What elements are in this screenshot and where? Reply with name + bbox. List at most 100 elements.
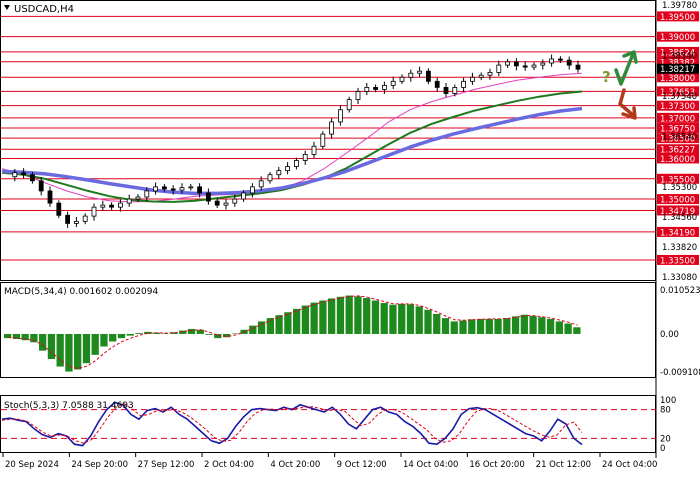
- candle-body: [293, 160, 299, 167]
- candle-body: [109, 204, 114, 208]
- price-tick-label: 1.35300: [662, 183, 697, 193]
- price-tick-label: 1.33820: [662, 243, 697, 253]
- moving-averages: [1, 72, 583, 203]
- candle-body: [47, 190, 53, 204]
- macd-bar: [257, 321, 266, 334]
- macd-bar: [354, 296, 362, 334]
- macd-bar: [30, 333, 38, 343]
- level-label: 1.38000: [660, 74, 695, 84]
- macd-bar: [564, 323, 572, 334]
- macd-bar: [65, 333, 73, 372]
- candle-body: [267, 174, 273, 182]
- macd-bar: [231, 333, 239, 335]
- price-tick-label: 1.34560: [662, 213, 697, 223]
- candle-body: [188, 186, 194, 189]
- candle-body: [417, 70, 423, 74]
- candle-body: [461, 80, 467, 88]
- question-mark: ?: [602, 68, 611, 86]
- macd-histogram: 0.010523 0.00 -0.009108: [4, 286, 700, 378]
- candle-body: [170, 188, 176, 191]
- time-label: 16 Oct 20:00: [469, 460, 524, 470]
- candle-body: [425, 70, 431, 82]
- time-label: 14 Oct 04:00: [403, 460, 458, 470]
- candle-body: [355, 91, 361, 100]
- price-tick-label: 1.39780: [662, 1, 697, 11]
- candle-body: [478, 74, 484, 78]
- macd-bar: [424, 309, 432, 334]
- macd-bar: [196, 329, 204, 334]
- candle-body: [522, 65, 528, 68]
- level-label: 1.37300: [660, 102, 695, 112]
- candle-body: [74, 220, 79, 224]
- candle-body: [540, 62, 546, 66]
- candle-body: [91, 206, 97, 217]
- candle-body: [443, 87, 449, 94]
- macd-bar: [74, 333, 82, 370]
- macd-bar: [109, 333, 117, 342]
- macd-bar: [476, 318, 485, 334]
- up-arrow-icon: [614, 50, 638, 86]
- time-label: 24 Oct 04:00: [602, 460, 657, 470]
- level-label: 1.36000: [660, 155, 695, 165]
- candle-body: [258, 180, 264, 188]
- macd-bar: [433, 313, 441, 334]
- candle-body: [197, 186, 203, 194]
- level-label: 1.37000: [660, 114, 695, 124]
- level-label: 1.34190: [660, 228, 695, 238]
- candle-body: [232, 198, 238, 204]
- candle-body: [514, 61, 519, 67]
- candle-body: [205, 192, 211, 202]
- macd-bar: [100, 333, 108, 347]
- macd-bar: [529, 315, 537, 334]
- macd-bar: [441, 318, 450, 334]
- macd-bar: [161, 333, 169, 335]
- macd-bar: [126, 333, 134, 336]
- candle-body: [179, 187, 185, 191]
- macd-bar: [266, 318, 274, 334]
- candle-body: [399, 76, 405, 82]
- chart-canvas: 1.395001.390001.386241.383821.380001.376…: [0, 0, 700, 470]
- stoch-tick-label: 0: [660, 444, 665, 454]
- level-label: 1.35000: [660, 196, 695, 206]
- macd-bar: [511, 316, 520, 334]
- macd-bar: [310, 302, 318, 334]
- down-arrow-icon: [618, 88, 637, 120]
- candle-body: [161, 186, 167, 190]
- candle-body: [558, 58, 563, 61]
- candle-body: [487, 71, 493, 76]
- macd-bar: [301, 305, 310, 334]
- macd-title: MACD(5,34,4) 0.001602 0.002094: [4, 287, 159, 297]
- candle-body: [408, 72, 414, 78]
- price-tick-label: 1.33080: [662, 273, 697, 283]
- stoch-tick-label: 80: [660, 406, 671, 416]
- candle-body: [126, 198, 132, 204]
- candle-body: [56, 202, 62, 216]
- macd-bar: [82, 333, 91, 364]
- current-price-label: 1.38217: [660, 65, 695, 75]
- macd-bar: [371, 300, 380, 334]
- level-label: 1.39000: [660, 33, 695, 43]
- candle-body: [337, 109, 343, 123]
- candle-body: [135, 196, 141, 200]
- candle-body: [505, 61, 511, 66]
- stoch-tick-label: 20: [660, 434, 671, 444]
- macd-tick-label: -0.009108: [660, 368, 700, 378]
- candle-body: [38, 180, 44, 192]
- level-lines: 1.395001.390001.386241.383821.380001.376…: [1, 11, 699, 266]
- candle-body: [153, 186, 159, 192]
- macd-bar: [459, 320, 467, 334]
- candle-body: [302, 153, 308, 161]
- candle-body: [549, 58, 554, 64]
- candle-body: [364, 87, 370, 92]
- candle-body: [276, 170, 282, 176]
- macd-bar: [47, 333, 56, 360]
- candle-body: [21, 172, 27, 176]
- candle-body: [434, 80, 440, 88]
- macd-bar: [415, 306, 423, 334]
- price-candles: [12, 54, 581, 228]
- candle-body: [12, 172, 18, 178]
- candle-body: [65, 214, 70, 224]
- macd-bar: [538, 317, 546, 334]
- candle-body: [381, 84, 387, 90]
- candle-body: [320, 133, 326, 147]
